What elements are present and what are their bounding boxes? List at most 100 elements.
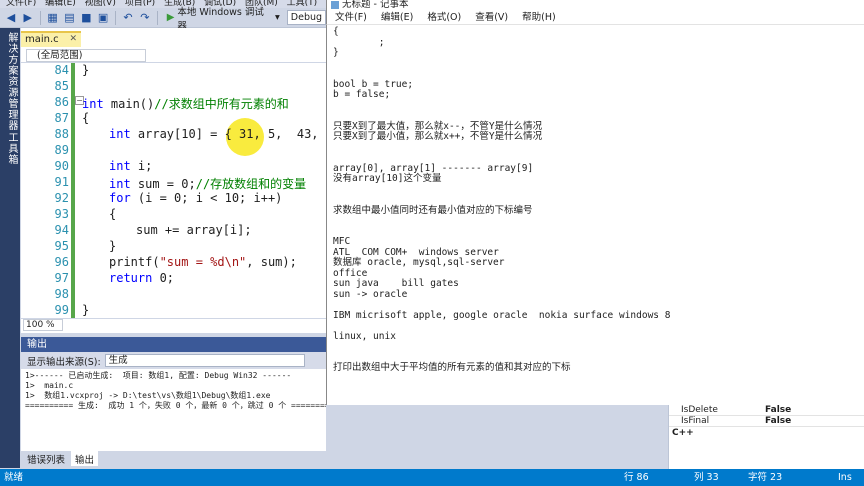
code-line: for (i = 0; i < 10; i++) (109, 191, 283, 205)
line-number: 92 (54, 191, 69, 205)
np-menu-edit[interactable]: 编辑(E) (381, 11, 413, 24)
np-line (333, 185, 858, 196)
toolbar-separator (115, 10, 117, 25)
np-line: 没有array[10]这个变量 (333, 173, 442, 184)
line-number: 90 (54, 159, 69, 173)
zoom-select[interactable]: 100 % (23, 319, 63, 331)
status-ready: 就绪 (4, 472, 24, 483)
code-line: } (82, 303, 90, 317)
line-number: 88 (54, 127, 69, 141)
property-row[interactable]: IsDelete False (669, 405, 864, 416)
np-line: { (333, 26, 339, 37)
code-line: int array[10] = { 31, 5, 43, 12, (109, 127, 355, 141)
save-icon[interactable]: ■ (79, 11, 93, 25)
line-number: 96 (54, 255, 69, 269)
new-project-icon[interactable]: ▦ (46, 11, 60, 25)
document-tab-main-c[interactable]: main.c ✕ (21, 31, 81, 47)
line-number: 97 (54, 271, 69, 285)
np-line (333, 342, 858, 353)
np-line (333, 321, 858, 332)
code-line: sum += array[i]; (136, 223, 252, 237)
open-file-icon[interactable]: ▤ (63, 11, 77, 25)
save-all-icon[interactable]: ▣ (96, 11, 110, 25)
notepad-text-area[interactable]: { ; } bool b = true; b = false; 只要X到了最大值… (326, 25, 864, 405)
output-source-label: 显示输出来源(S): (27, 356, 101, 368)
np-line: 打印出数组中大于平均值的所有元素的值和其对应的下标 (333, 362, 571, 373)
np-line (333, 59, 858, 70)
np-line: IBM micrisoft apple, google oracle nokia… (333, 309, 671, 321)
np-menu-view[interactable]: 查看(V) (475, 11, 508, 24)
code-line: printf("sum = %d\n", sum); (109, 255, 297, 269)
solution-config-select[interactable]: Debug (286, 10, 327, 25)
tab-output[interactable]: 输出 (71, 451, 99, 466)
vs-toolbar: ◀ ▶ ▦ ▤ ■ ▣ ↶ ↷ ▶ 本地 Windows 调试器 ▾ Debug (0, 7, 327, 32)
code-line: { (82, 111, 90, 125)
status-char: 字符 23 (748, 472, 783, 483)
back-icon[interactable]: ◀ (4, 11, 18, 25)
notepad-menubar: 文件(F) 编辑(E) 格式(O) 查看(V) 帮助(H) (326, 11, 864, 25)
menu-project[interactable]: 项目(P) (125, 0, 155, 8)
toolbar-separator (39, 10, 41, 25)
code-line: } (109, 239, 117, 253)
status-insert-mode: Ins (838, 472, 852, 483)
code-line: } (82, 63, 90, 77)
menu-view[interactable]: 视图(V) (85, 0, 116, 8)
output-line: 1> main.c (25, 381, 74, 390)
output-panel-title: 输出 (21, 337, 326, 352)
properties-grid: IsDelete False IsFinal False (668, 405, 864, 469)
np-line: bool b = true; (333, 78, 414, 90)
np-menu-format[interactable]: 格式(O) (427, 11, 461, 24)
np-line: MFC (333, 236, 351, 247)
np-line (333, 143, 858, 154)
code-line: int i; (109, 159, 153, 173)
line-number: 94 (54, 223, 69, 237)
line-number: 98 (54, 287, 69, 301)
line-number: 85 (54, 79, 69, 93)
undo-icon[interactable]: ↶ (121, 11, 135, 25)
tab-error-list[interactable]: 错误列表 (23, 451, 69, 466)
redo-icon[interactable]: ↷ (138, 11, 152, 25)
output-source-select[interactable]: 生成 (104, 354, 305, 367)
code-line: { (109, 207, 117, 221)
output-line: 1> 数组1.vcxproj -> D:\test\vs\数组1\Debug\数… (25, 391, 271, 400)
np-line (333, 111, 858, 122)
np-line: linux, unix (333, 330, 396, 342)
notepad-title: 无标题 - 记事本 (342, 0, 409, 10)
toolbox-tab[interactable]: 工具箱 (4, 132, 19, 165)
line-number: 86 (54, 95, 69, 109)
menu-file[interactable]: 文件(F) (6, 0, 36, 8)
menu-edit[interactable]: 编辑(E) (45, 0, 76, 8)
np-line: sun java bill gates (333, 278, 459, 289)
toolbar-separator (156, 10, 158, 25)
close-icon[interactable]: ✕ (69, 33, 77, 46)
line-number: 91 (54, 175, 69, 189)
line-number: 99 (54, 303, 69, 317)
forward-icon[interactable]: ▶ (21, 11, 35, 25)
np-line: } (333, 47, 339, 58)
scope-select[interactable]: (全局范围) (26, 49, 146, 62)
solution-explorer-tab[interactable]: 解决方案资源管理器 (4, 32, 19, 131)
np-line: 数据库 oracle, mysql,sql-server (333, 257, 505, 268)
notepad-title-bar: 无标题 - 记事本 (326, 0, 864, 11)
property-row[interactable]: IsFinal False (669, 416, 864, 427)
np-line (333, 153, 858, 164)
chevron-down-icon: ▾ (275, 12, 280, 23)
menu-tools[interactable]: 工具(T) (287, 0, 318, 8)
np-line (333, 300, 858, 311)
np-menu-help[interactable]: 帮助(H) (522, 11, 556, 24)
np-line (333, 227, 858, 238)
line-number: 89 (54, 143, 69, 157)
play-icon: ▶ (166, 12, 175, 23)
np-menu-file[interactable]: 文件(F) (335, 11, 367, 24)
output-text[interactable]: 1>------ 已启动生成: 项目: 数组1, 配置: Debug Win32… (21, 369, 326, 451)
line-number-gutter: 84 85 86 87 88 89 90 91 92 93 94 95 96 9… (21, 63, 71, 318)
np-line (333, 101, 858, 112)
bottom-tab-strip: 错误列表 输出 (21, 451, 326, 466)
code-line: return 0; (109, 271, 175, 285)
np-line: 求数组中最小值同时还有最小值对应的下标编号 (333, 204, 533, 216)
notepad-icon (331, 0, 339, 9)
document-tab-label: main.c (25, 34, 59, 45)
output-line: ========== 生成: 成功 1 个，失败 0 个，最新 0 个，跳过 0… (25, 401, 326, 410)
np-line: 只要X到了最小值，那么就x++，不管Y是什么情况 (333, 131, 543, 142)
np-line (333, 216, 858, 227)
